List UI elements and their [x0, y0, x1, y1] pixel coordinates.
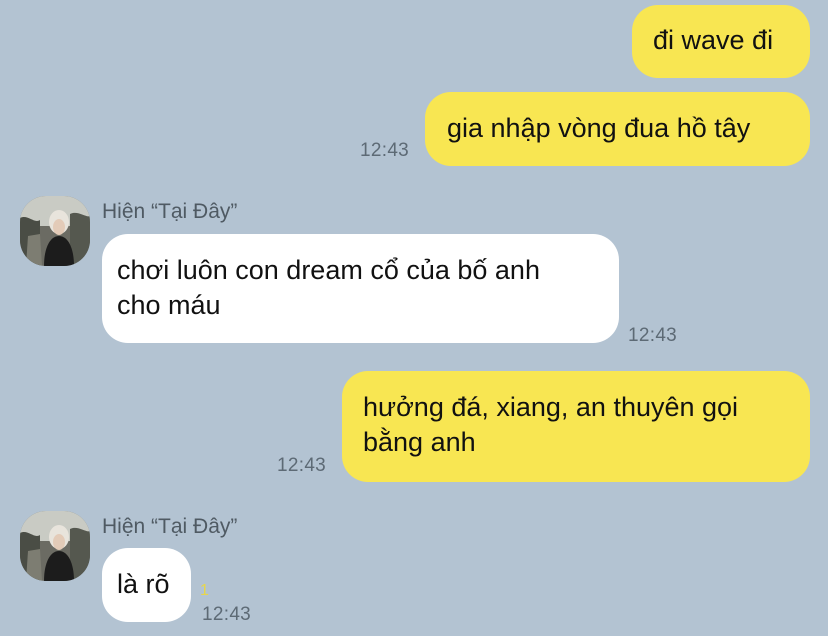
message-text-line: bằng anh [363, 427, 476, 457]
incoming-message-bubble[interactable]: chơi luôn con dream cổ của bố anh cho má… [102, 234, 619, 343]
message-text: đi wave đi [653, 25, 774, 55]
outgoing-message-bubble[interactable]: đi wave đi [632, 5, 810, 78]
message-timestamp: 12:43 [202, 604, 252, 625]
message-text: là rõ [117, 569, 170, 599]
message-text-line: hưởng đá, xiang, an thuyên gọi [363, 392, 739, 422]
sender-name: Hiện “Tại Đây” [102, 515, 238, 538]
outgoing-message-bubble[interactable]: hưởng đá, xiang, an thuyên gọi bằng anh [342, 371, 810, 482]
sender-name: Hiện “Tại Đây” [102, 200, 238, 223]
message-text-line: cho máu [117, 290, 221, 320]
sender-avatar[interactable] [20, 196, 90, 266]
message-text-line: chơi luôn con dream cổ của bố anh [117, 255, 540, 285]
message-timestamp: 12:43 [628, 325, 678, 346]
message-timestamp: 12:43 [277, 455, 327, 476]
profile-photo-avatar-icon [20, 511, 90, 581]
sender-avatar[interactable] [20, 511, 90, 581]
incoming-message-bubble[interactable]: là rõ [102, 548, 191, 622]
unread-count: 1 [200, 582, 209, 599]
outgoing-message-bubble[interactable]: gia nhập vòng đua hồ tây [425, 92, 810, 166]
profile-photo-avatar-icon [20, 196, 90, 266]
message-timestamp: 12:43 [360, 140, 410, 161]
message-text: gia nhập vòng đua hồ tây [447, 113, 751, 143]
